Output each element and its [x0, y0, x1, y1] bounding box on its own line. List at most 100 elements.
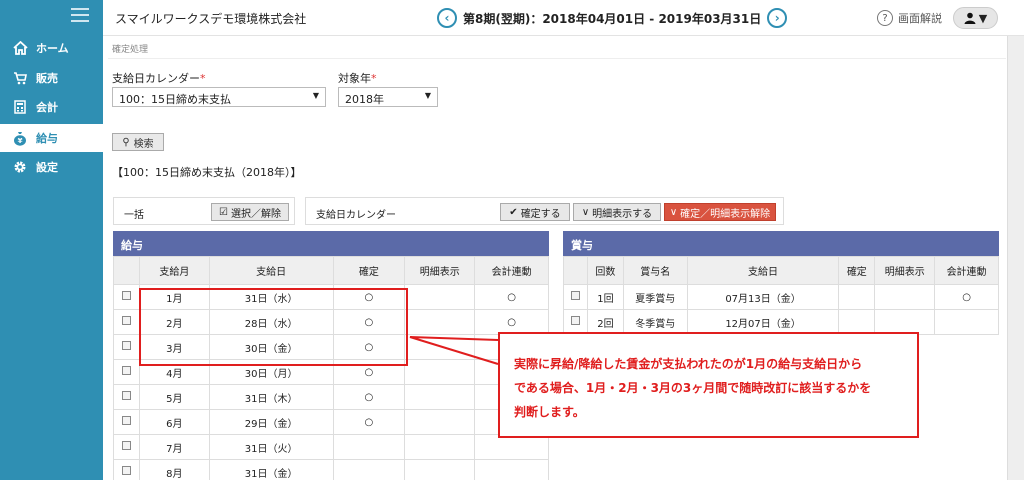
row-checkbox-cell [113, 309, 140, 335]
calendar-action-bar: 支給日カレンダー ✔ 確定する ∨ 明細表示する ∨ 確定／明細表示解除 [305, 197, 784, 225]
accounting-cell: ○ [474, 309, 549, 335]
row-checkbox-cell [113, 459, 140, 480]
detail-cell [404, 434, 476, 460]
detail-cell [874, 284, 936, 310]
row-checkbox-cell [113, 359, 140, 385]
calendar-caption: 【100：15日締め末支払（2018年）】 [112, 166, 302, 179]
accounting-cell [474, 434, 549, 460]
sidebar-item-label: 会計 [36, 101, 58, 114]
search-button[interactable]: ⚲ 検索 [112, 133, 164, 151]
row-checkbox-cell [113, 434, 140, 460]
confirmed-cell [332, 459, 406, 480]
pay-date-cell: 31日（火） [208, 434, 334, 460]
bonus-name-cell: 冬季賞与 [622, 309, 688, 335]
help-label: 画面解説 [898, 12, 942, 25]
row-checkbox[interactable] [121, 416, 131, 425]
chevron-down-icon: ▼ [312, 91, 319, 100]
sidebar-item-payroll[interactable]: ¥ 給与 [0, 124, 103, 152]
column-header: 支給日 [686, 256, 840, 285]
table-row: 5月 31日（木） ○ [113, 384, 549, 410]
column-header: 確定 [838, 256, 876, 285]
row-checkbox[interactable] [570, 316, 580, 325]
detail-cell [404, 284, 476, 310]
row-checkbox[interactable] [121, 466, 131, 475]
user-menu-button[interactable]: ▼ [953, 7, 998, 29]
chevron-down-icon: ∨ [581, 206, 590, 218]
row-checkbox[interactable] [121, 341, 131, 350]
user-icon [964, 12, 976, 24]
fiscal-period: ‹ 第8期(翌期)：2018年04月01日 - 2019年03月31日 › [437, 8, 788, 28]
sidebar-item-home[interactable]: ホーム [0, 34, 103, 62]
accounting-cell: ○ [474, 284, 549, 310]
pay-date-cell: 12月07日（金） [686, 309, 840, 335]
question-icon: ? [877, 10, 893, 26]
calendar-select[interactable]: 100：15日締め末支払 ▼ [112, 87, 326, 107]
sidebar-item-accounting[interactable]: 会計 [0, 93, 103, 121]
divider [108, 58, 1006, 59]
sidebar-item-label: 設定 [36, 161, 58, 174]
chevron-down-icon: ∨ [669, 206, 678, 218]
row-checkbox-cell [563, 284, 588, 310]
detail-cell [404, 459, 476, 480]
chevron-down-icon: ▼ [424, 91, 431, 100]
row-checkbox-cell [113, 409, 140, 435]
column-header: 賞与名 [622, 256, 688, 285]
period-label: 第8期(翌期)：2018年04月01日 - 2019年03月31日 [463, 11, 762, 26]
scrollbar[interactable] [1007, 36, 1024, 480]
confirmed-cell [838, 309, 876, 335]
company-name: スマイルワークスデモ環境株式会社 [115, 12, 307, 26]
checkbox-column-header [563, 256, 588, 285]
row-checkbox[interactable] [121, 391, 131, 400]
confirmed-cell [332, 434, 406, 460]
help-link[interactable]: ? 画面解説 [877, 10, 942, 26]
row-checkbox-cell [113, 284, 140, 310]
row-checkbox[interactable] [570, 291, 580, 300]
table-row: 1回 夏季賞与 07月13日（金） ○ [563, 284, 999, 310]
svg-text:¥: ¥ [18, 137, 23, 145]
callout-line: 実際に昇給/降給した賃金が支払われたのが1月の給与支給日から [514, 357, 863, 371]
sidebar-item-sales[interactable]: 販売 [0, 64, 103, 92]
bonus-name-cell: 夏季賞与 [622, 284, 688, 310]
show-detail-button[interactable]: ∨ 明細表示する [573, 203, 661, 221]
detail-cell [404, 359, 476, 385]
prev-period-button[interactable]: ‹ [437, 8, 457, 28]
pay-date-cell: 29日（金） [208, 409, 334, 435]
detail-cell [404, 384, 476, 410]
column-header: 回数 [586, 256, 624, 285]
callout-line: 判断します。 [514, 405, 585, 419]
calculator-icon [12, 99, 28, 115]
column-header: 明細表示 [404, 256, 476, 285]
bonus-table: 回数 賞与名 支給日 確定 明細表示 会計連動 1回 夏季賞与 07月13日（金） ○… [563, 256, 999, 335]
detail-cell [874, 309, 936, 335]
accounting-cell [474, 459, 549, 480]
row-checkbox[interactable] [121, 291, 131, 300]
release-button[interactable]: ∨ 確定／明細表示解除 [664, 203, 776, 221]
row-checkbox[interactable] [121, 366, 131, 375]
row-checkbox-cell [563, 309, 588, 335]
row-checkbox-cell [113, 334, 140, 360]
pay-date-cell: 31日（金） [208, 459, 334, 480]
chevron-down-icon: ▼ [978, 11, 988, 25]
column-header: 確定 [332, 256, 406, 285]
detail-cell [404, 409, 476, 435]
column-header: 会計連動 [474, 256, 549, 285]
sidebar: ホーム 販売 会計 ¥ 給与 設定 [0, 0, 103, 480]
table-row: 6月 29日（金） ○ [113, 409, 549, 435]
bulk-bar: 一括 ☑ 選択／解除 [113, 197, 295, 225]
year-select[interactable]: 2018年 ▼ [338, 87, 438, 107]
count-cell: 1回 [586, 284, 624, 310]
sidebar-item-settings[interactable]: 設定 [0, 153, 103, 181]
callout-note: 実際に昇給/降給した賃金が支払われたのが1月の給与支給日から である場合、1月・… [498, 332, 919, 438]
table-row: 2回 冬季賞与 12月07日（金） [563, 309, 999, 335]
row-checkbox[interactable] [121, 441, 131, 450]
select-clear-button[interactable]: ☑ 選択／解除 [211, 203, 289, 221]
sidebar-item-label: 販売 [36, 72, 58, 85]
row-checkbox[interactable] [121, 316, 131, 325]
next-period-button[interactable]: › [767, 8, 788, 28]
column-header: 明細表示 [874, 256, 936, 285]
confirm-button[interactable]: ✔ 確定する [500, 203, 570, 221]
menu-icon[interactable] [71, 8, 89, 24]
salary-panel-header: 給与 [113, 231, 549, 256]
search-icon: ⚲ [122, 136, 130, 148]
confirmed-cell [838, 284, 876, 310]
